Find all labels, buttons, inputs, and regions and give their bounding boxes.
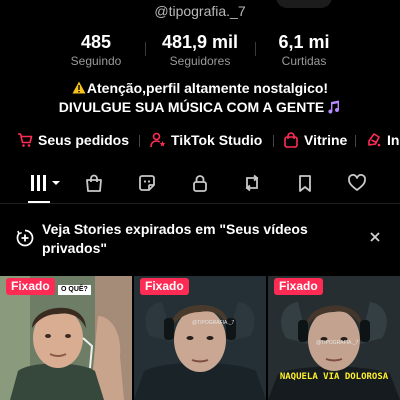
- video-thumbnail[interactable]: Fixado @TIPOGRAFIA._7: [134, 276, 266, 400]
- link-showcase-label: Vitrine: [304, 132, 348, 148]
- link-promote-label: In: [387, 132, 400, 148]
- shopping-bag-icon: [284, 132, 298, 148]
- profile-username: @tipografia._7: [154, 3, 246, 19]
- stat-following-label: Seguindo: [70, 54, 122, 68]
- close-icon[interactable]: [368, 230, 382, 244]
- stat-followers-value: 481,9 mil: [161, 32, 239, 52]
- stat-likes[interactable]: 6,1 mi Curtidas: [249, 32, 359, 69]
- pinned-badge: Fixado: [274, 278, 323, 295]
- link-divider: [273, 135, 274, 147]
- link-divider: [139, 135, 140, 147]
- bio-line-1: Atenção,perfil altamente nostalgico!: [0, 79, 400, 98]
- tab-shop[interactable]: [83, 172, 105, 194]
- video-thumbnail[interactable]: Fixado @TIPOGRAFIA._7 NAQUELA VIA DOLORO…: [268, 276, 400, 400]
- stat-following[interactable]: 485 Seguindo: [41, 32, 151, 69]
- grid-icon: [31, 175, 60, 191]
- bio-line-1-text: Atenção,perfil altamente nostalgico!: [86, 80, 329, 96]
- pinned-badge: Fixado: [6, 278, 55, 295]
- promote-icon: [368, 133, 381, 147]
- tab-liked[interactable]: [346, 172, 368, 194]
- profile-tabs: [0, 168, 400, 203]
- video-watermark: @TIPOGRAFIA._7: [316, 340, 359, 346]
- tab-favorites[interactable]: [294, 172, 316, 194]
- expired-stories-banner[interactable]: Veja Stories expirados em "Seus vídeos p…: [0, 218, 400, 260]
- add-story-icon: [16, 229, 34, 247]
- link-divider: [355, 135, 356, 147]
- stat-following-value: 485: [80, 32, 112, 52]
- music-notes-icon: [328, 100, 340, 114]
- tab-reposts[interactable]: [241, 172, 263, 194]
- stat-likes-label: Curtidas: [281, 54, 327, 68]
- tab-stickers[interactable]: [136, 172, 158, 194]
- studio-person-icon: [150, 132, 166, 148]
- link-showcase[interactable]: Vitrine: [283, 129, 347, 151]
- profile-links-row: Seus pedidos TikTok Studio Vitrine In: [0, 129, 400, 151]
- lock-icon: [193, 175, 207, 192]
- video-thumbnail[interactable]: Fixado O QUÊ?: [0, 276, 132, 400]
- banner-text: Veja Stories expirados em "Seus vídeos p…: [42, 221, 308, 256]
- video-watermark: @TIPOGRAFIA._7: [192, 320, 235, 326]
- stat-likes-value: 6,1 mi: [278, 32, 330, 52]
- tab-videos[interactable]: [28, 172, 64, 194]
- link-tiktok-studio[interactable]: TikTok Studio: [150, 129, 262, 151]
- bio-line-2-text: DIVULGUE SUA MÚSICA COM A GENTE: [58, 99, 325, 115]
- sticker-icon: [139, 175, 155, 191]
- link-orders[interactable]: Seus pedidos: [17, 129, 129, 151]
- bio-line-2: DIVULGUE SUA MÚSICA COM A GENTE: [0, 98, 400, 117]
- stat-followers[interactable]: 481,9 mil Seguidores: [145, 32, 255, 69]
- video-grid: Fixado O QUÊ? Fixado @TIPOGRAFIA._7 Fixa…: [0, 276, 400, 400]
- tabs-divider: [0, 203, 400, 204]
- profile-bio: Atenção,perfil altamente nostalgico! DIV…: [0, 79, 400, 117]
- heart-icon: [348, 174, 366, 191]
- link-promote[interactable]: In: [366, 129, 399, 151]
- link-orders-label: Seus pedidos: [38, 132, 130, 148]
- video-caption: O QUÊ?: [58, 285, 91, 295]
- cart-icon: [18, 133, 33, 147]
- video-caption: NAQUELA VIA DOLOROSA: [279, 372, 389, 382]
- warning-icon: [72, 81, 86, 94]
- stats-row: 485 Seguindo 481,9 mil Seguidores 6,1 mi…: [0, 32, 400, 72]
- stat-followers-label: Seguidores: [169, 54, 231, 68]
- repost-icon: [245, 174, 259, 192]
- tab-private[interactable]: [189, 172, 211, 194]
- pinned-badge: Fixado: [140, 278, 189, 295]
- bookmark-icon: [299, 175, 311, 192]
- bag-icon: [86, 174, 102, 192]
- link-tiktok-studio-label: TikTok Studio: [171, 132, 263, 148]
